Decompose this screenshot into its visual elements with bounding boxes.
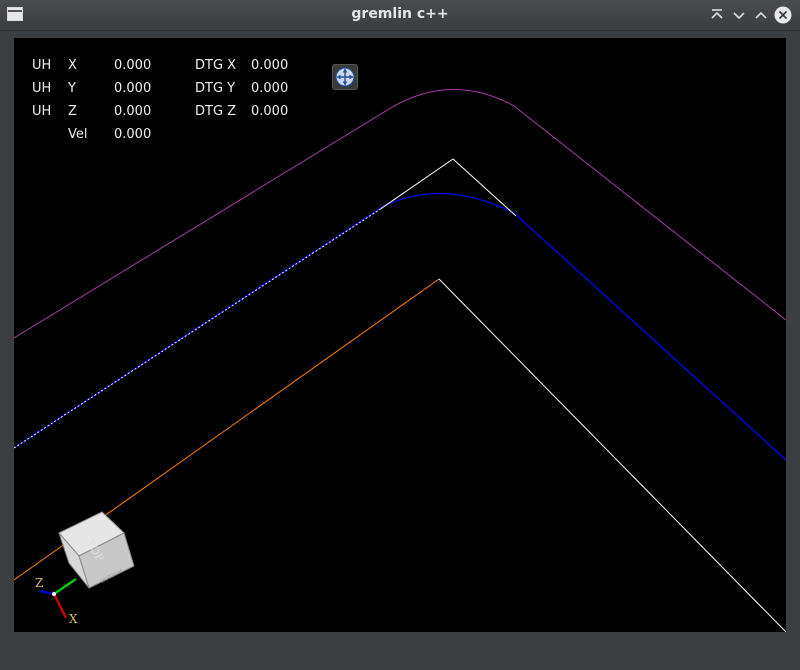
x-axis-label: X xyxy=(69,612,78,626)
view-cube[interactable]: TOP BOTTOM xyxy=(58,511,135,589)
z-axis-line xyxy=(39,589,55,596)
dro-value-z: 0.000 xyxy=(114,104,152,119)
close-button[interactable] xyxy=(773,5,793,25)
offset-toolpath xyxy=(14,193,786,461)
close-icon xyxy=(774,6,792,24)
maximize-icon xyxy=(755,11,767,19)
maximize-button[interactable] xyxy=(751,5,771,25)
z-axis-label: Z xyxy=(35,576,43,590)
dro-prefix-x: UH xyxy=(32,58,52,73)
window-title: gremlin c++ xyxy=(351,6,449,22)
dro-dtg-label-x: DTG X xyxy=(195,58,237,73)
y-axis-line xyxy=(53,577,77,596)
dro-axis-y: Y xyxy=(68,81,76,96)
dro-vel-value: 0.000 xyxy=(114,127,152,142)
x-axis-line xyxy=(52,593,68,619)
dro-prefix-z: UH xyxy=(32,104,52,119)
dro-dtg-value-x: 0.000 xyxy=(251,58,289,73)
title-bar[interactable]: gremlin c++ xyxy=(0,0,800,31)
keep-above-button[interactable] xyxy=(707,5,727,25)
gremlin-3d-viewport[interactable]: TOP BOTTOM Z X UH X 0.000 DTG X 0.000 UH… xyxy=(14,38,786,632)
dro-value-x: 0.000 xyxy=(114,58,152,73)
gremlin-window: gremlin c++ TOP BOTTOM Z X UH X 0.000 DT… xyxy=(0,0,800,670)
dro-value-y: 0.000 xyxy=(114,81,152,96)
axis-tripod: Z X xyxy=(35,576,78,626)
dro-dtg-label-y: DTG Y xyxy=(195,81,236,96)
dro-dtg-value-y: 0.000 xyxy=(251,81,289,96)
keep-above-icon xyxy=(711,9,723,19)
dro-dtg-label-z: DTG Z xyxy=(195,104,237,119)
dro-dtg-value-z: 0.000 xyxy=(251,104,289,119)
dro-vel-label: Vel xyxy=(68,127,88,142)
program-toolpath-right xyxy=(438,278,786,632)
minimize-icon xyxy=(733,12,745,20)
dro-prefix-y: UH xyxy=(32,81,52,96)
dro-axis-z: Z xyxy=(68,104,77,119)
pan-arrows-icon xyxy=(335,67,355,87)
program-toolpath-peak xyxy=(378,158,517,217)
tripod-origin xyxy=(52,592,56,596)
minimize-button[interactable] xyxy=(729,5,749,25)
status-bar xyxy=(0,636,800,670)
pan-navigation-button[interactable] xyxy=(332,64,358,90)
dro-axis-x: X xyxy=(68,58,77,73)
